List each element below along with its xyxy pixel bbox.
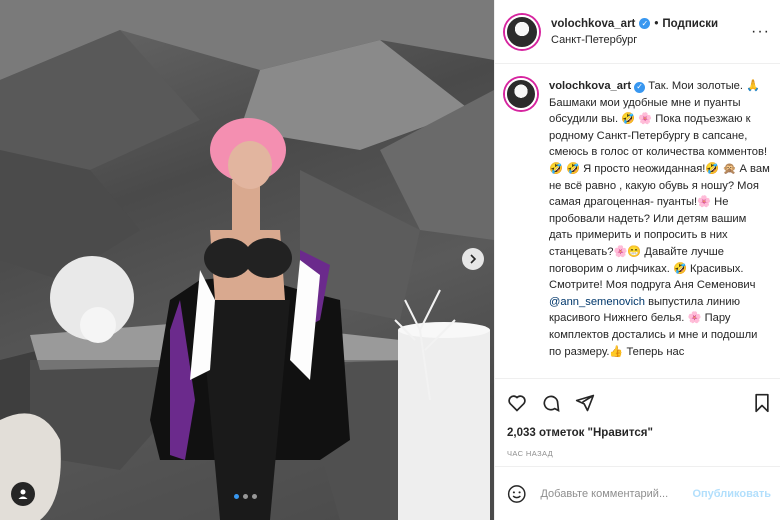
white-pedestal: [398, 330, 490, 520]
add-comment-bar: Опубликовать: [495, 466, 780, 520]
heart-icon[interactable]: [507, 393, 527, 413]
bookmark-icon[interactable]: [753, 393, 771, 413]
post-photo[interactable]: [0, 0, 494, 520]
carousel-dot: [234, 494, 239, 499]
model-figure: [150, 118, 350, 520]
carousel-indicator: [234, 494, 257, 499]
comment-icon[interactable]: [541, 393, 561, 413]
comments-area: volochkova_art ✓ Так. Мои золотые. 🙏 Башм…: [495, 64, 780, 378]
mention-link[interactable]: @ann_semenovich: [549, 296, 645, 308]
avatar[interactable]: [505, 78, 537, 110]
post-timestamp[interactable]: ЧАС НАЗАД: [507, 449, 771, 458]
avatar[interactable]: [505, 14, 539, 49]
instagram-post: volochkova_art ✓ • Подписки Санкт-Петерб…: [0, 0, 780, 520]
chevron-right-icon: [470, 254, 477, 264]
next-slide-button[interactable]: [462, 248, 484, 270]
likes-count[interactable]: 2,033 отметок "Нравится": [507, 427, 771, 439]
bust-sculpture: [0, 413, 61, 520]
action-bar: 2,033 отметок "Нравится" ЧАС НАЗАД: [495, 378, 780, 458]
post-header: volochkova_art ✓ • Подписки Санкт-Петерб…: [495, 0, 780, 64]
caption: volochkova_art ✓ Так. Мои золотые. 🙏 Башм…: [549, 78, 771, 378]
username-link[interactable]: volochkova_art: [551, 16, 635, 32]
more-dots-icon[interactable]: ···: [751, 23, 770, 41]
verified-badge-icon: ✓: [639, 18, 651, 29]
following-button[interactable]: Подписки: [662, 16, 718, 32]
emoji-icon[interactable]: [507, 484, 526, 504]
caption-text: Так. Мои золотые. 🙏 Башмаки мои удобные …: [549, 80, 770, 292]
carousel-dot: [252, 494, 257, 499]
carousel-dot: [243, 494, 248, 499]
separator-dot: •: [654, 17, 659, 30]
user-tag-icon: [18, 489, 28, 499]
tagged-users-button[interactable]: [11, 482, 35, 506]
photo-scene: [0, 0, 494, 520]
location-link[interactable]: Санкт-Петербург: [551, 32, 718, 48]
small-sphere: [80, 307, 116, 343]
caption-username[interactable]: volochkova_art: [549, 80, 631, 92]
publish-button[interactable]: Опубликовать: [692, 488, 771, 500]
share-icon[interactable]: [575, 393, 595, 413]
post-sidebar: volochkova_art ✓ • Подписки Санкт-Петерб…: [494, 0, 780, 520]
face: [228, 141, 272, 189]
verified-badge-icon: ✓: [634, 81, 646, 93]
rock: [0, 150, 140, 280]
bra-cup: [244, 238, 292, 278]
comment-input[interactable]: [540, 487, 693, 500]
